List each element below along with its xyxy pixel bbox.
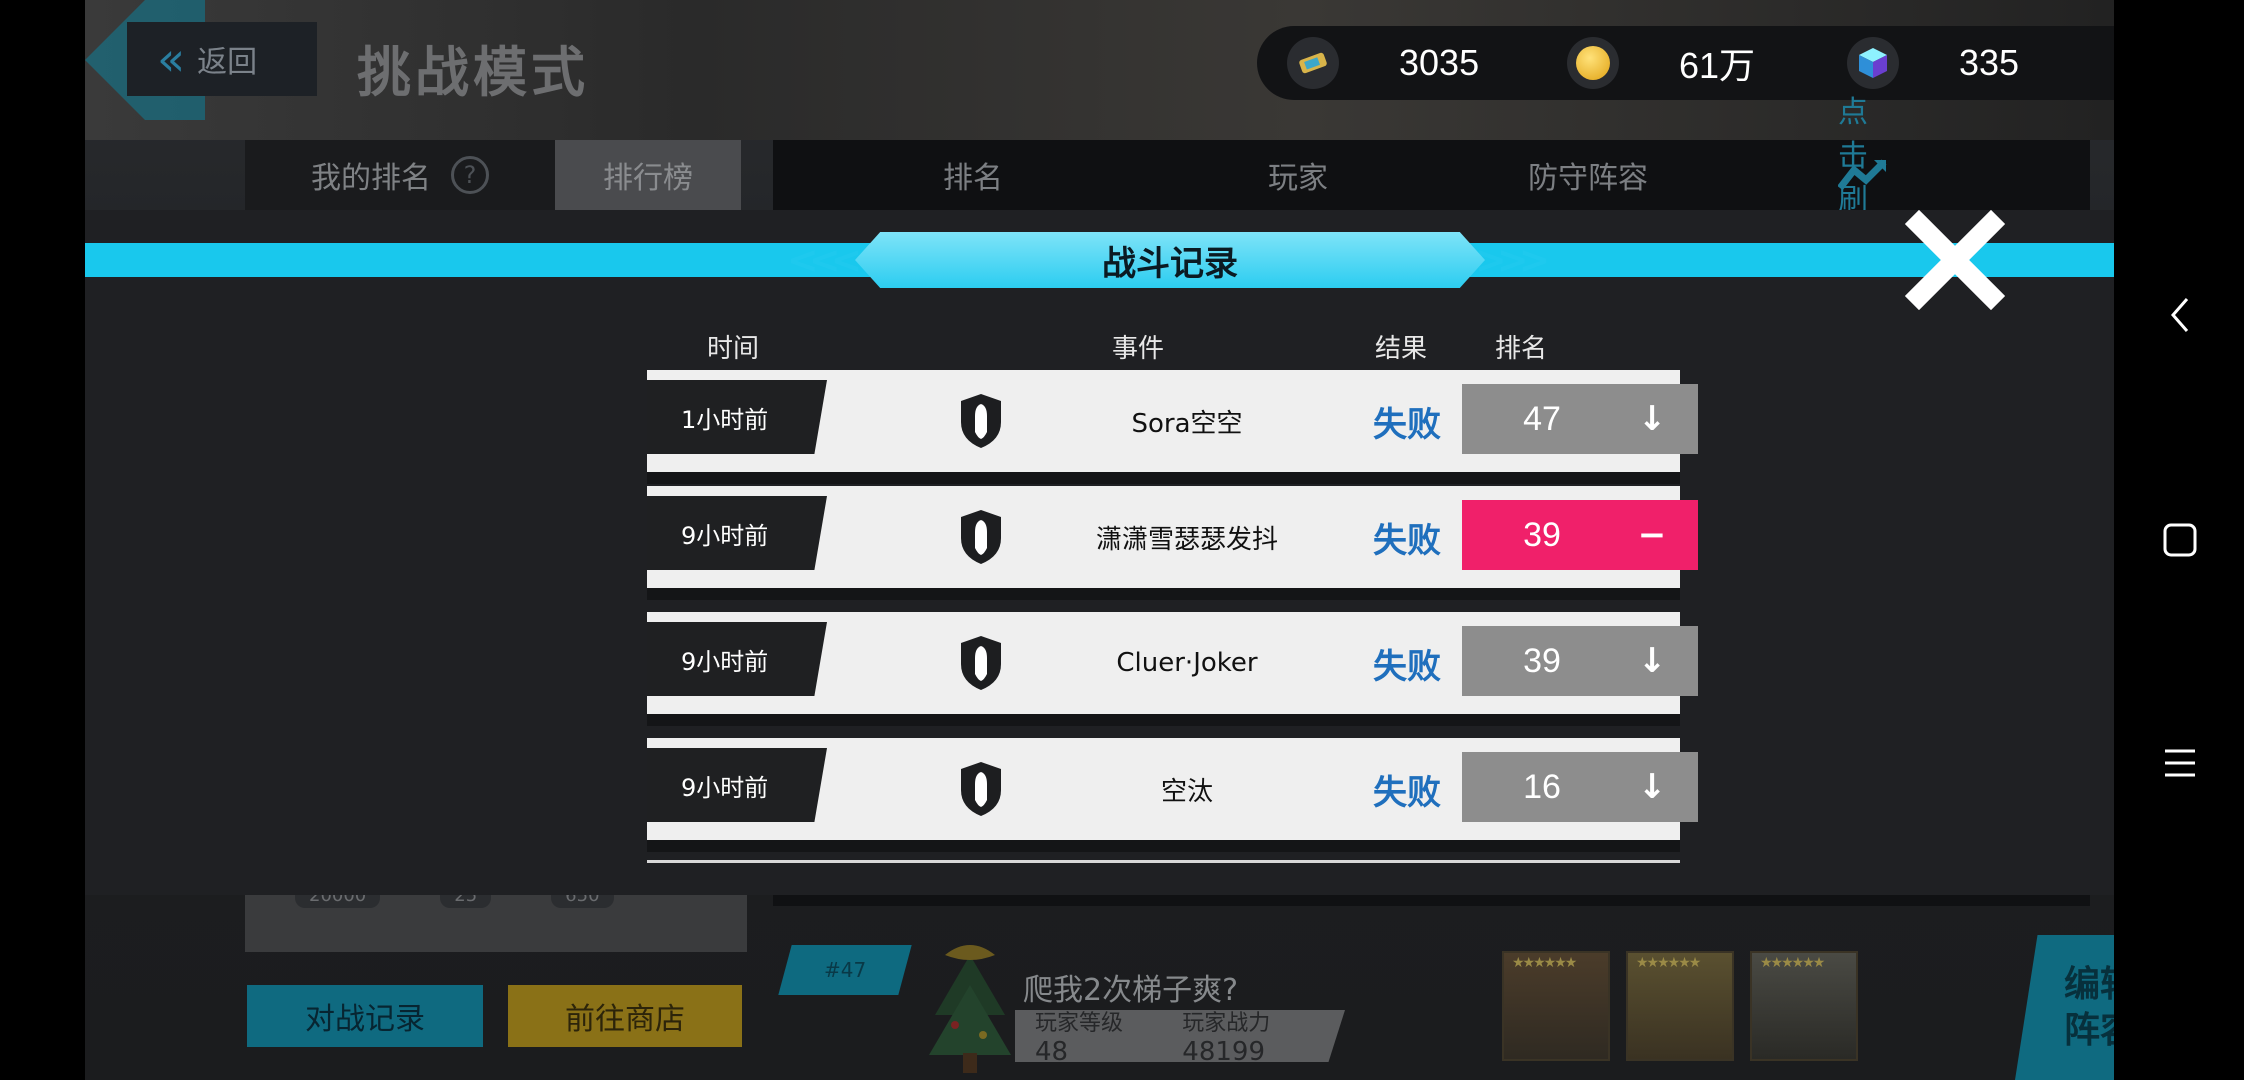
record-card-shadow [647,588,1680,600]
record-rank: 16 [1523,767,1561,806]
record-opponent: Cluer·Joker [1116,648,1258,678]
refresh-button[interactable]: 点击刷新 [1838,95,1888,262]
power-value: 48199 [1182,1037,1265,1067]
menu-lines-icon [2165,749,2195,777]
battle-record-row: 9小时前 潇潇雪瑟瑟发抖 失败 39 − [647,486,1698,600]
hero-stars: ★★★★★★ [1760,955,1825,971]
record-opponent: Sora空空 [1131,408,1243,439]
hero-stars: ★★★★★★ [1636,955,1701,971]
gold-coin-icon [1567,37,1619,89]
help-icon[interactable]: ? [451,156,489,194]
tab-leaderboard[interactable]: 排行榜 [555,140,741,210]
record-rank: 47 [1523,399,1561,438]
stamina-value: 3035 [1399,42,1480,83]
record-result: 失败 [1373,646,1441,687]
record-rank: 39 [1523,515,1561,554]
currency-bar: 3035 61万 335 [1257,26,2114,100]
game-viewport: « 返回 挑战模式 3035 61万 335 我的排名 ? 排行榜 排名 玩家 … [85,0,2114,1080]
battle-record-row: 9小时前 Cluer·Joker 失败 39 ↓ [647,612,1698,726]
battle-record-row: 1小时前 Sora空空 失败 47 ↓ [647,370,1698,484]
home-square-icon [2163,523,2197,557]
nav-home-button[interactable] [2155,515,2205,565]
record-card-shadow [647,714,1680,726]
defense-shield-icon [961,510,1001,564]
player-card: #47 爬我2次梯子爽? 玩家等级 48 玩家战力 48199 ★★★★★★ ★… [778,935,2114,1080]
edit-lineup-button[interactable]: 编辑 阵容 [2015,935,2114,1080]
record-time: 1小时前 [647,380,827,454]
back-arrow-icon [2171,298,2189,332]
record-result: 失败 [1373,772,1441,813]
currency-stamina[interactable]: 3035 [1287,37,1567,89]
header-rank: 排名 [943,161,1003,196]
column-result: 结果 [1375,334,1428,364]
record-opponent: 潇潇雪瑟瑟发抖 [1095,524,1278,555]
player-name: 爬我2次梯子爽? [1023,973,1239,1008]
list-bottom-divider [647,860,1680,863]
record-rank-box: 39 − [1462,500,1698,570]
record-card-shadow [647,840,1680,852]
player-rank-tag: #47 [778,945,912,995]
stamina-ticket-icon [1287,37,1339,89]
header-defense: 防守阵容 [1528,161,1648,196]
header-player: 玩家 [1268,161,1328,196]
defense-shield-icon [961,394,1001,448]
rank-down-arrow-icon: ↓ [1637,767,1667,807]
back-button[interactable]: « 返回 [127,22,317,96]
record-card-shadow [647,472,1680,484]
tab-my-rank-label: 我的排名 [311,161,431,196]
record-result: 失败 [1373,404,1441,445]
record-rank: 39 [1523,641,1561,680]
leaderboard-header: 排名 玩家 防守阵容 点击刷新 [773,95,2090,262]
edit-lineup-label: 阵容 [2063,1009,2114,1051]
christmas-tree-avatar [929,945,1011,1073]
page-title: 挑战模式 [357,41,589,104]
close-icon[interactable] [1905,210,2005,310]
record-time: 9小时前 [647,496,827,570]
rank-down-arrow-icon: ↓ [1637,641,1667,681]
crystal-cube-icon [1847,37,1899,89]
rank-down-arrow-icon: ↓ [1637,399,1667,439]
chevron-left-decor-icon: <<< [787,238,862,282]
battle-record-row: 9小时前 空汰 失败 16 ↓ [647,738,1698,852]
defense-shield-icon [961,762,1001,816]
screen: « 返回 挑战模式 3035 61万 335 我的排名 ? 排行榜 排名 玩家 … [0,0,2244,1080]
power-label: 玩家战力 [1182,1011,1271,1036]
rank-tabs: 我的排名 ? 排行榜 [245,140,741,210]
record-time: 9小时前 [647,622,827,696]
hero-stars: ★★★★★★ [1512,955,1577,971]
double-chevron-left-icon: « [157,32,185,86]
rank-unchanged-icon: − [1637,515,1667,555]
currency-crystal[interactable]: 335 [1847,37,2114,89]
record-rank-box: 16 ↓ [1462,752,1698,822]
currency-gold[interactable]: 61万 [1567,37,1847,89]
player-stats: 玩家等级 48 玩家战力 48199 [1015,1010,1345,1062]
record-result: 失败 [1373,520,1441,561]
crystal-value: 335 [1959,42,2020,83]
record-opponent: 空汰 [1160,776,1213,807]
record-rank-box: 47 ↓ [1462,384,1698,454]
player-rank: #47 [823,958,867,982]
back-label: 返回 [197,45,258,80]
defense-shield-icon [961,636,1001,690]
modal-title: 战斗记录 [1102,243,1238,284]
tab-my-rank[interactable]: 我的排名 ? [245,140,555,210]
nav-recents-button[interactable] [2155,738,2205,788]
hero-portrait: ★★★★★★ [1502,951,1610,1061]
column-rank: 排名 [1495,334,1548,364]
column-time: 时间 [707,334,760,364]
column-event: 事件 [1112,334,1165,364]
level-label: 玩家等级 [1035,1011,1124,1036]
gold-value: 61万 [1679,45,1756,86]
hero-portrait: ★★★★★★ [1750,951,1858,1061]
level-value: 48 [1035,1037,1069,1067]
battle-record-button[interactable]: 对战记录 [247,985,483,1047]
modal-title-banner: 战斗记录 [855,232,1485,288]
hero-portrait: ★★★★★★ [1626,951,1734,1061]
record-time: 9小时前 [647,748,827,822]
nav-back-button[interactable] [2155,290,2205,340]
go-to-shop-button[interactable]: 前往商店 [508,985,742,1047]
record-rank-box: 39 ↓ [1462,626,1698,696]
edit-lineup-label: 编辑 [2063,963,2114,1005]
